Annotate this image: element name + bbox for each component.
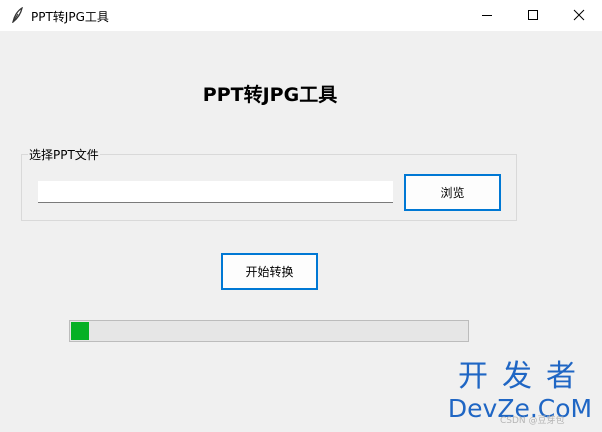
title-bar[interactable]: PPT转JPG工具 [0,0,602,31]
watermark-cn: 开发者 [458,359,590,394]
watermark-small: CSDN @豆芽包 [500,416,565,426]
start-convert-button[interactable]: 开始转换 [221,253,318,290]
maximize-icon [527,6,539,25]
window-title: PPT转JPG工具 [31,10,109,24]
watermark: 开发者 DevZe.CoM CSDN @豆芽包 [444,359,596,426]
close-icon [573,6,585,25]
maximize-button[interactable] [510,0,556,31]
progress-bar [69,320,469,342]
app-window: PPT转JPG工具 PPT转JPG工具 选择PPT文件 浏览 开始转换 开发者 [0,0,602,432]
feather-icon [10,6,24,24]
file-select-group-label: 选择PPT文件 [28,146,100,163]
minimize-button[interactable] [464,0,510,31]
progress-bar-fill [71,322,89,340]
close-button[interactable] [556,0,602,31]
page-title: PPT转JPG工具 [202,84,338,106]
minimize-icon [481,6,493,25]
file-path-input[interactable] [38,181,393,203]
start-convert-button-label: 开始转换 [245,265,294,279]
browse-button-label: 浏览 [440,186,465,200]
browse-button[interactable]: 浏览 [404,174,501,211]
